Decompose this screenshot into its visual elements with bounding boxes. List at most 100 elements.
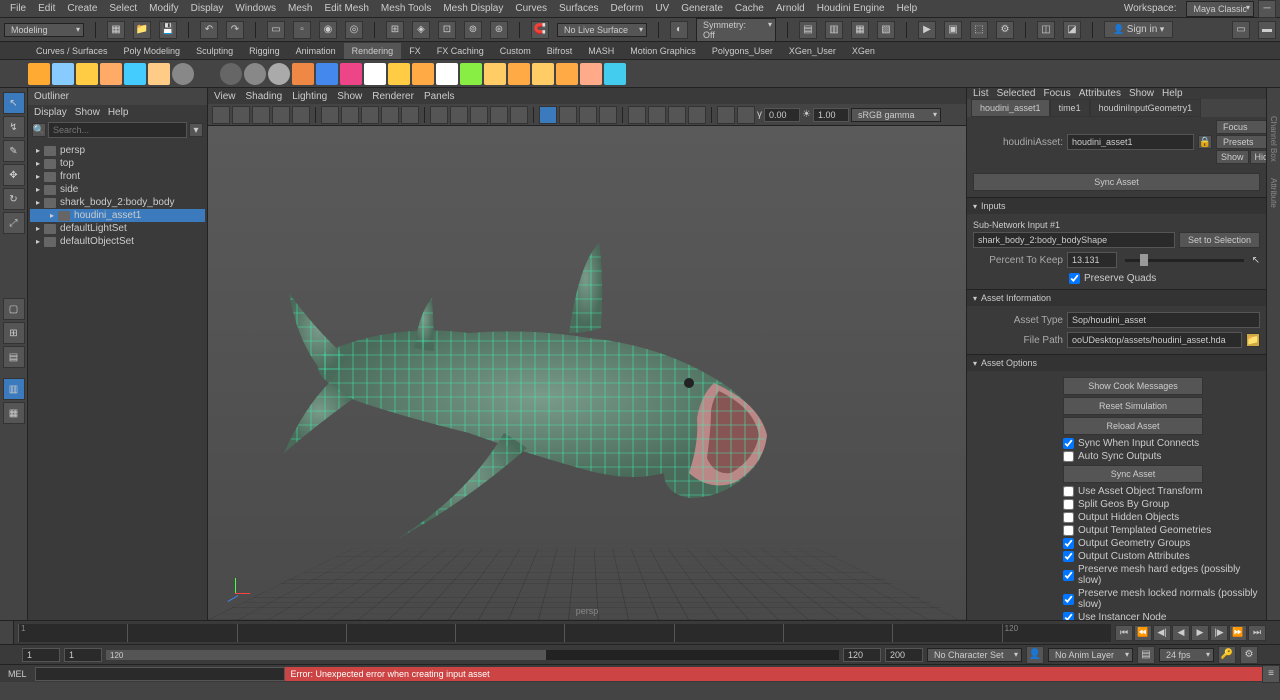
vp-menu-show[interactable]: Show: [337, 91, 362, 102]
menu-help[interactable]: Help: [891, 1, 924, 16]
layout-persp-icon[interactable]: ▦: [3, 402, 25, 424]
shelf-tab[interactable]: Sculpting: [188, 43, 241, 59]
selmode-icon[interactable]: ▫: [293, 21, 311, 39]
shelf-icon[interactable]: [532, 63, 554, 85]
shelf-icon[interactable]: [76, 63, 98, 85]
colorspace-dropdown[interactable]: sRGB gamma: [851, 108, 941, 122]
menu-generate[interactable]: Generate: [675, 1, 729, 16]
reload-button[interactable]: Reload Asset: [1063, 417, 1203, 435]
shelf-icon[interactable]: [100, 63, 122, 85]
graph2-icon[interactable]: ▥: [825, 21, 843, 39]
menu-display[interactable]: Display: [185, 1, 230, 16]
new-scene-icon[interactable]: ▦: [107, 21, 125, 39]
menu-edit-mesh[interactable]: Edit Mesh: [318, 1, 374, 16]
attr-menu-selected[interactable]: Selected: [997, 88, 1036, 99]
lock-icon[interactable]: 🔒: [1198, 135, 1212, 149]
outliner-item[interactable]: ▸houdini_asset1: [30, 209, 205, 222]
asset-options-section[interactable]: Asset Options: [967, 354, 1266, 371]
toolbox-toggle2-icon[interactable]: ▬: [1258, 21, 1276, 39]
vp-tex-icon[interactable]: [470, 106, 488, 124]
folder-icon[interactable]: 📁: [1246, 333, 1260, 347]
option-checkbox[interactable]: [1063, 499, 1074, 510]
layout-single-icon[interactable]: ▢: [3, 298, 25, 320]
shelf-icon[interactable]: [220, 63, 242, 85]
option-checkbox[interactable]: [1063, 525, 1074, 536]
option-checkbox[interactable]: [1063, 451, 1074, 462]
vp-shadow-icon[interactable]: [510, 106, 528, 124]
shelf-tab[interactable]: Animation: [288, 43, 344, 59]
focus-button[interactable]: Focus: [1216, 120, 1266, 134]
snap5-icon[interactable]: ⊛: [490, 21, 508, 39]
option-checkbox[interactable]: [1063, 612, 1074, 620]
shelf-icon[interactable]: [292, 63, 314, 85]
menu-houdini[interactable]: Houdini Engine: [811, 1, 891, 16]
menu-deform[interactable]: Deform: [605, 1, 650, 16]
asset-info-section[interactable]: Asset Information: [967, 289, 1266, 306]
prev-key-icon[interactable]: ◀|: [1153, 625, 1171, 641]
shelf-icon[interactable]: [244, 63, 266, 85]
menu-mesh-tools[interactable]: Mesh Tools: [375, 1, 437, 16]
save-icon[interactable]: 💾: [159, 21, 177, 39]
preserve-quads-checkbox[interactable]: [1069, 273, 1080, 284]
sym-icon[interactable]: ◐: [670, 21, 688, 39]
snap3-icon[interactable]: ⊡: [438, 21, 456, 39]
shelf-tab[interactable]: Rigging: [241, 43, 288, 59]
shelf-tab[interactable]: XGen: [844, 43, 883, 59]
option-checkbox[interactable]: [1063, 538, 1074, 549]
shelf-icon[interactable]: [484, 63, 506, 85]
playback-start-field[interactable]: [64, 648, 102, 662]
panel-icon[interactable]: ◫: [1037, 21, 1055, 39]
sync-asset-button[interactable]: Sync Asset: [973, 173, 1260, 191]
prefs-icon[interactable]: ⚙: [1240, 646, 1258, 664]
vp-menu-lighting[interactable]: Lighting: [292, 91, 327, 102]
shelf-icon[interactable]: [268, 63, 290, 85]
anim-start-field[interactable]: [22, 648, 60, 662]
shelf-icon[interactable]: [508, 63, 530, 85]
goto-start-icon[interactable]: ⏮: [1115, 625, 1133, 641]
shelf-tab[interactable]: MASH: [580, 43, 622, 59]
menu-select[interactable]: Select: [103, 1, 143, 16]
selmode3-icon[interactable]: ◎: [345, 21, 363, 39]
percent-field[interactable]: [1067, 252, 1117, 268]
sync-asset2-button[interactable]: Sync Asset: [1063, 465, 1203, 483]
vp-gate-icon[interactable]: [361, 106, 379, 124]
asset-name-field[interactable]: [1067, 134, 1194, 150]
shelf-tab[interactable]: Polygons_User: [704, 43, 781, 59]
outliner-menu-help[interactable]: Help: [108, 107, 129, 118]
attr-menu-list[interactable]: List: [973, 88, 989, 99]
menu-cache[interactable]: Cache: [729, 1, 770, 16]
shelf-icon[interactable]: [28, 63, 50, 85]
play-back-icon[interactable]: ◀: [1172, 625, 1190, 641]
mode-dropdown[interactable]: Modeling: [4, 23, 84, 37]
vp-gamma-field[interactable]: [764, 108, 800, 122]
render4-icon[interactable]: ⚙: [996, 21, 1014, 39]
shelf-icon[interactable]: [52, 63, 74, 85]
vp-menu-renderer[interactable]: Renderer: [372, 91, 414, 102]
hide-button[interactable]: Hide: [1250, 150, 1266, 164]
vp-motion-icon[interactable]: [648, 106, 666, 124]
option-checkbox[interactable]: [1063, 486, 1074, 497]
presets-button[interactable]: Presets: [1216, 135, 1266, 149]
vp-aa-icon[interactable]: [668, 106, 686, 124]
option-checkbox[interactable]: [1063, 551, 1074, 562]
vp-shade-icon[interactable]: [450, 106, 468, 124]
outliner-item[interactable]: ▸top: [30, 157, 205, 170]
panel2-icon[interactable]: ◪: [1063, 21, 1081, 39]
vp-menu-panels[interactable]: Panels: [424, 91, 455, 102]
option-checkbox[interactable]: [1063, 438, 1074, 449]
shelf-icon[interactable]: [436, 63, 458, 85]
attr-menu-focus[interactable]: Focus: [1043, 88, 1070, 99]
step-back-icon[interactable]: ⏪: [1134, 625, 1152, 641]
character-set-dropdown[interactable]: No Character Set: [927, 648, 1022, 662]
paint-tool[interactable]: ✎: [3, 140, 25, 162]
signin-button[interactable]: 👤 Sign in ▾: [1104, 21, 1173, 38]
outliner-item[interactable]: ▸defaultObjectSet: [30, 235, 205, 248]
shelf-icon[interactable]: [412, 63, 434, 85]
shelf-tab[interactable]: Motion Graphics: [622, 43, 704, 59]
vp-menu-shading[interactable]: Shading: [246, 91, 283, 102]
timeline[interactable]: 1120 ⏮ ⏪ ◀| ◀ ▶ |▶ ⏩ ⏭: [0, 620, 1280, 644]
menu-arnold[interactable]: Arnold: [770, 1, 811, 16]
shelf-icon[interactable]: [340, 63, 362, 85]
vp-xray2-icon[interactable]: [579, 106, 597, 124]
menu-uv[interactable]: UV: [649, 1, 675, 16]
